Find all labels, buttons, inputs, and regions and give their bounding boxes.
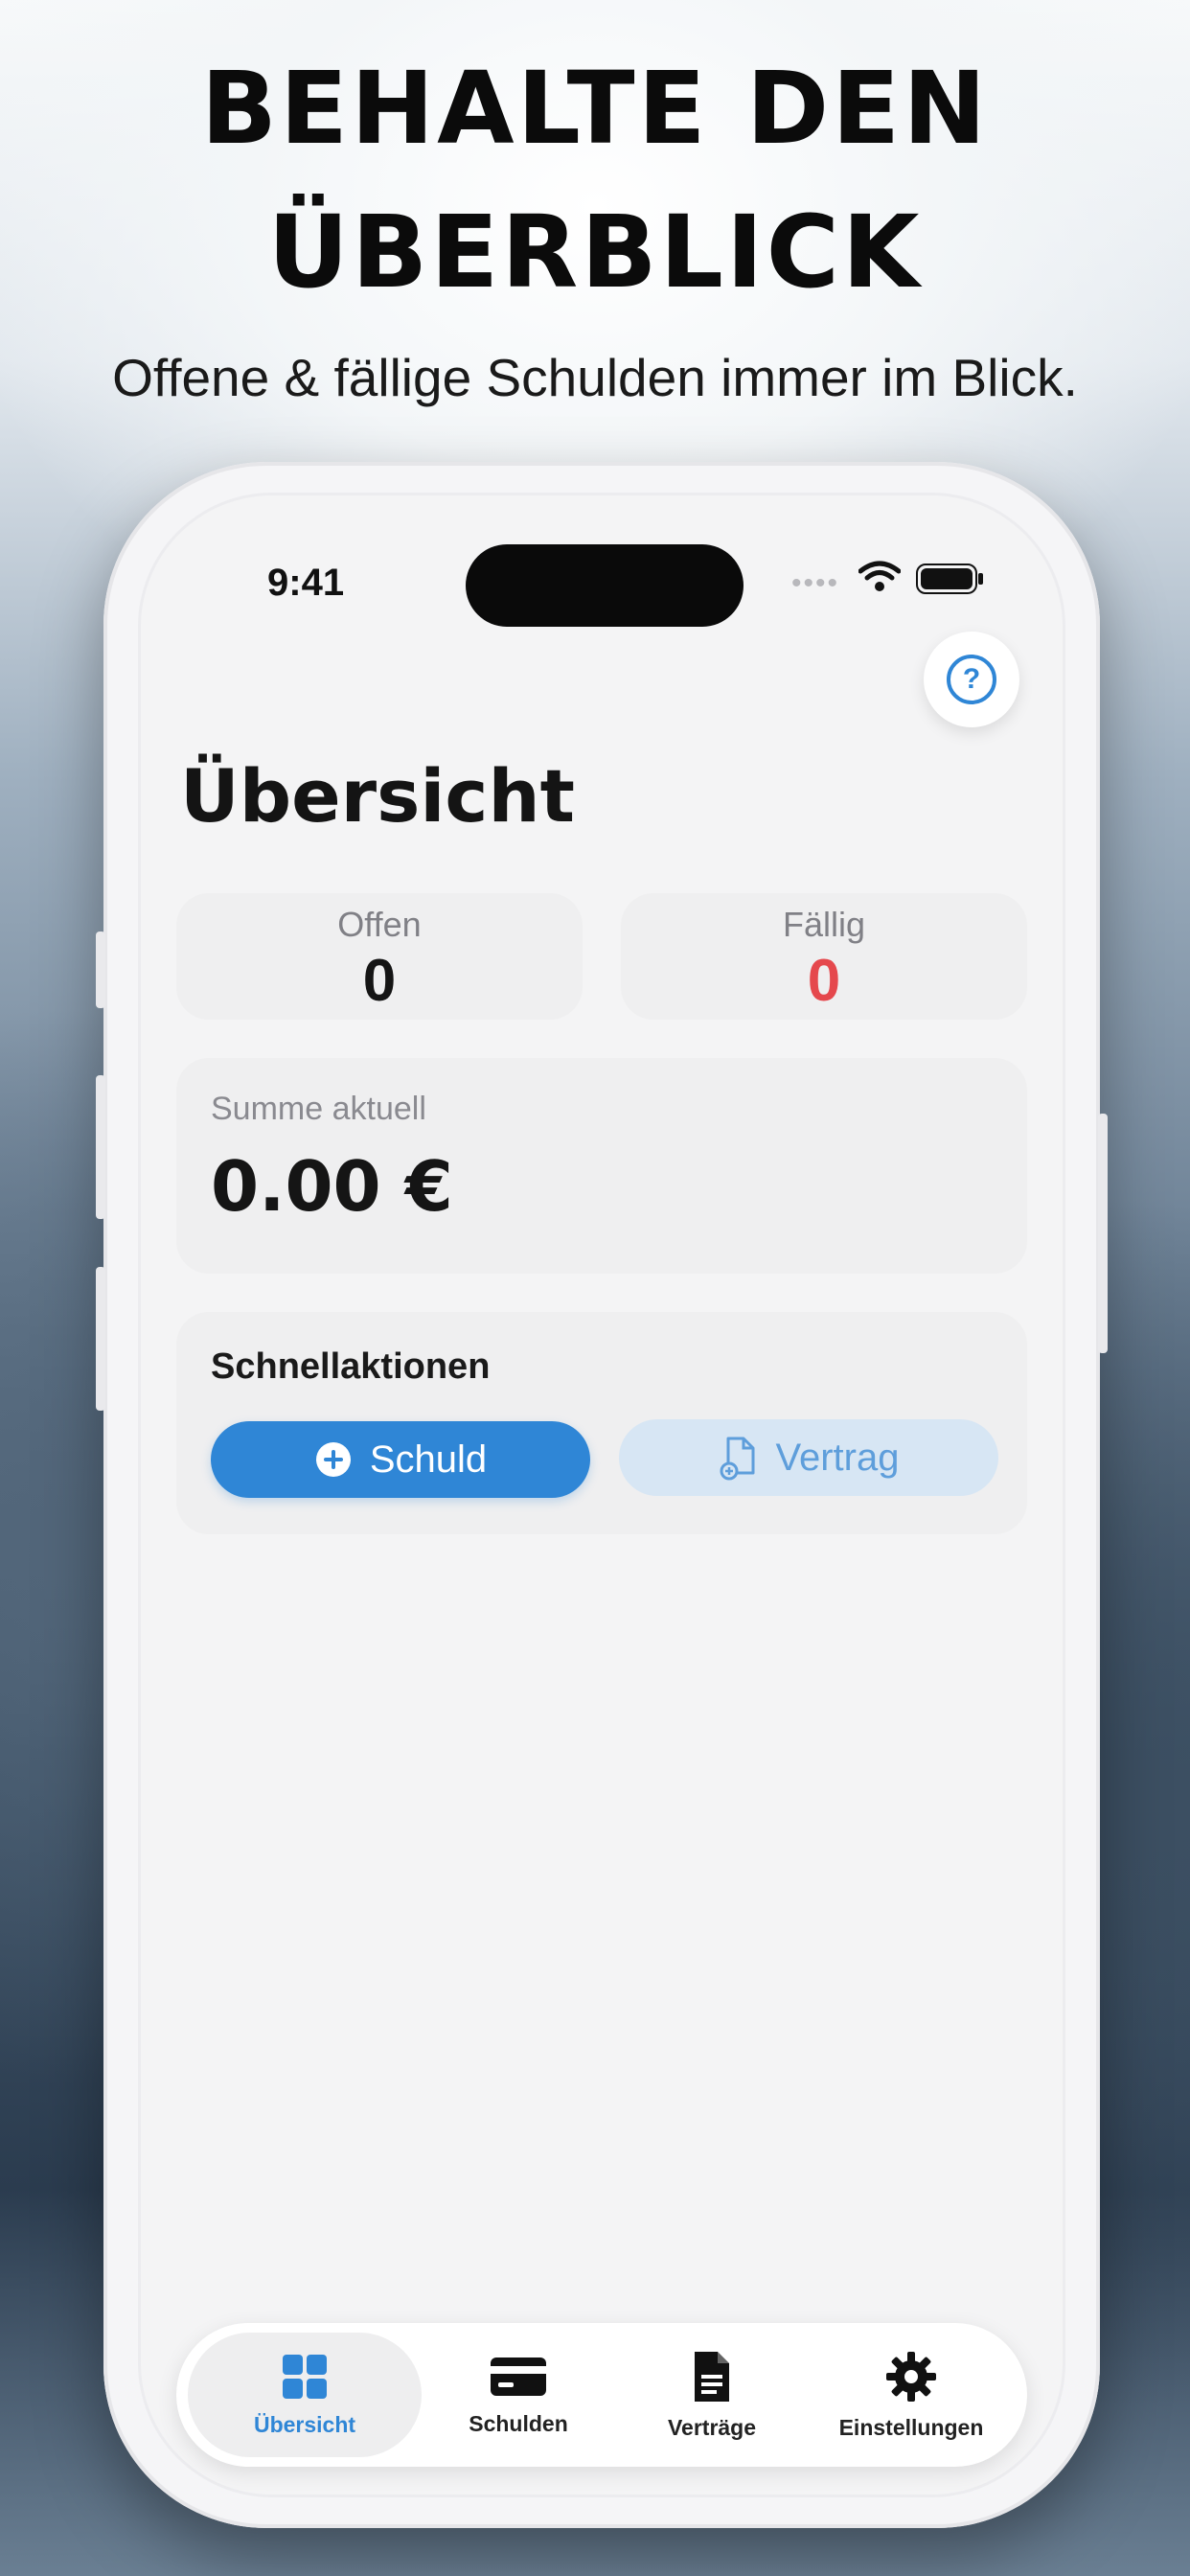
question-circle-icon: ?	[947, 655, 996, 704]
tab-contracts[interactable]: Verträge	[621, 2333, 803, 2457]
open-stat-label: Offen	[337, 905, 422, 944]
grid-icon	[283, 2354, 327, 2399]
card-icon	[491, 2357, 546, 2396]
sum-value: 0.00 €	[211, 1146, 453, 1227]
battery-icon	[916, 564, 983, 594]
due-stat-value: 0	[807, 948, 841, 1014]
plus-circle-icon	[315, 1442, 351, 1477]
phone-volume-down	[96, 1267, 105, 1411]
quick-actions-card: Schnellaktionen Schuld Vertrag	[176, 1312, 1027, 1534]
tab-debts-label: Schulden	[469, 2410, 568, 2436]
add-contract-label: Vertrag	[775, 1436, 900, 1479]
phone-side-button	[96, 932, 105, 1008]
add-debt-button[interactable]: Schuld	[211, 1421, 590, 1498]
sum-card: Summe aktuell 0.00 €	[176, 1058, 1027, 1274]
phone-power-button	[1098, 1114, 1108, 1353]
quick-actions-title: Schnellaktionen	[211, 1346, 491, 1387]
tab-settings-label: Einstellungen	[838, 2414, 984, 2440]
add-contract-button[interactable]: Vertrag	[619, 1419, 998, 1496]
tab-contracts-label: Verträge	[667, 2414, 757, 2440]
due-stat-label: Fällig	[782, 905, 866, 944]
add-debt-label: Schuld	[369, 1438, 488, 1481]
tab-settings[interactable]: Einstellungen	[809, 2333, 1014, 2457]
phone-volume-up	[96, 1075, 105, 1219]
document-add-icon	[720, 1437, 755, 1481]
open-stat-value: 0	[362, 948, 397, 1014]
promo-headline-line1: BEHALTE DEN	[200, 50, 990, 167]
wifi-icon	[858, 561, 901, 591]
phone-frame: 9:41 •••• ? Übersicht Offen 0 Fällig 0 S…	[96, 462, 1108, 2528]
gear-icon	[886, 2351, 936, 2402]
tab-bar: Übersicht Schulden Verträge Einstellunge…	[176, 2323, 1027, 2467]
promo-headline-line2: ÜBERBLICK	[267, 194, 923, 310]
promo-subheadline: Offene & fällige Schulden immer im Blick…	[112, 348, 1078, 407]
document-icon	[695, 2351, 729, 2402]
tab-overview[interactable]: Übersicht	[188, 2333, 422, 2457]
app-screen: 9:41 •••• ? Übersicht Offen 0 Fällig 0 S…	[138, 493, 1065, 2497]
sum-label: Summe aktuell	[211, 1091, 426, 1127]
due-stat-card: Fällig 0	[621, 893, 1027, 1020]
status-time: 9:41	[267, 562, 345, 604]
open-stat-card: Offen 0	[176, 893, 583, 1020]
help-button[interactable]: ?	[924, 632, 1019, 727]
promo-headline: BEHALTE DEN ÜBERBLICK	[0, 36, 1190, 324]
tab-overview-label: Übersicht	[253, 2411, 356, 2437]
tab-debts[interactable]: Schulden	[427, 2333, 609, 2457]
page-title: Übersicht	[180, 753, 575, 839]
dynamic-island	[466, 544, 744, 627]
signal-icon: ••••	[791, 567, 840, 599]
